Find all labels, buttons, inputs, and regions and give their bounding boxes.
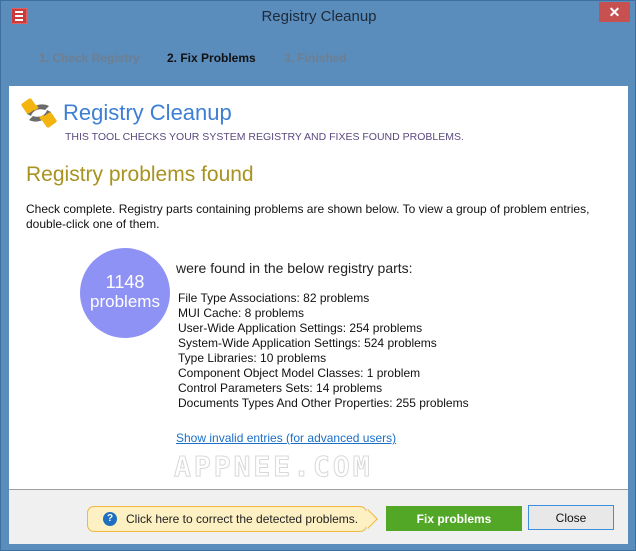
step-check-registry: 1. Check Registry xyxy=(39,51,140,65)
found-text: were found in the below registry parts: xyxy=(176,260,413,276)
problem-groups-list: File Type Associations: 82 problems MUI … xyxy=(178,291,469,411)
step-fix-problems: 2. Fix Problems xyxy=(167,51,256,65)
problem-group-item[interactable]: User-Wide Application Settings: 254 prob… xyxy=(178,321,469,336)
problem-count: 1148 xyxy=(105,272,145,292)
app-subheading: THIS TOOL CHECKS YOUR SYSTEM REGISTRY AN… xyxy=(65,131,464,143)
broom-logo-icon xyxy=(21,98,57,128)
problem-group-item[interactable]: Control Parameters Sets: 14 problems xyxy=(178,381,469,396)
section-title: Registry problems found xyxy=(26,163,254,186)
problem-group-item[interactable]: Component Object Model Classes: 1 proble… xyxy=(178,366,469,381)
content-panel: Registry Cleanup THIS TOOL CHECKS YOUR S… xyxy=(9,86,628,489)
window-title: Registry Cleanup xyxy=(261,8,377,25)
footer-bar: ? Click here to correct the detected pro… xyxy=(9,489,628,544)
step-finished: 3. Finished xyxy=(284,51,347,65)
close-button[interactable]: Close xyxy=(528,505,614,530)
problem-group-item[interactable]: System-Wide Application Settings: 524 pr… xyxy=(178,336,469,351)
problem-count-label: problems xyxy=(90,292,160,311)
title-bar: Registry Cleanup ✕ xyxy=(1,1,636,33)
problem-group-item[interactable]: Type Libraries: 10 problems xyxy=(178,351,469,366)
problem-group-item[interactable]: File Type Associations: 82 problems xyxy=(178,291,469,306)
window-close-button[interactable]: ✕ xyxy=(599,2,630,22)
problem-group-item[interactable]: MUI Cache: 8 problems xyxy=(178,306,469,321)
hint-text: Click here to correct the detected probl… xyxy=(126,512,359,526)
problem-group-item[interactable]: Documents Types And Other Properties: 25… xyxy=(178,396,469,411)
description-text: Check complete. Registry parts containin… xyxy=(26,202,590,231)
fix-problems-button[interactable]: Fix problems xyxy=(386,506,522,531)
hint-callout: ? Click here to correct the detected pro… xyxy=(87,506,367,532)
registry-cleanup-window: Registry Cleanup ✕ 1. Check Registry 2. … xyxy=(0,0,636,551)
watermark: APPNEE.COM xyxy=(174,450,373,484)
show-invalid-entries-link[interactable]: Show invalid entries (for advanced users… xyxy=(176,431,396,445)
problem-count-badge: 1148 problems xyxy=(80,248,170,338)
app-heading: Registry Cleanup xyxy=(63,100,232,125)
question-icon: ? xyxy=(103,512,117,526)
